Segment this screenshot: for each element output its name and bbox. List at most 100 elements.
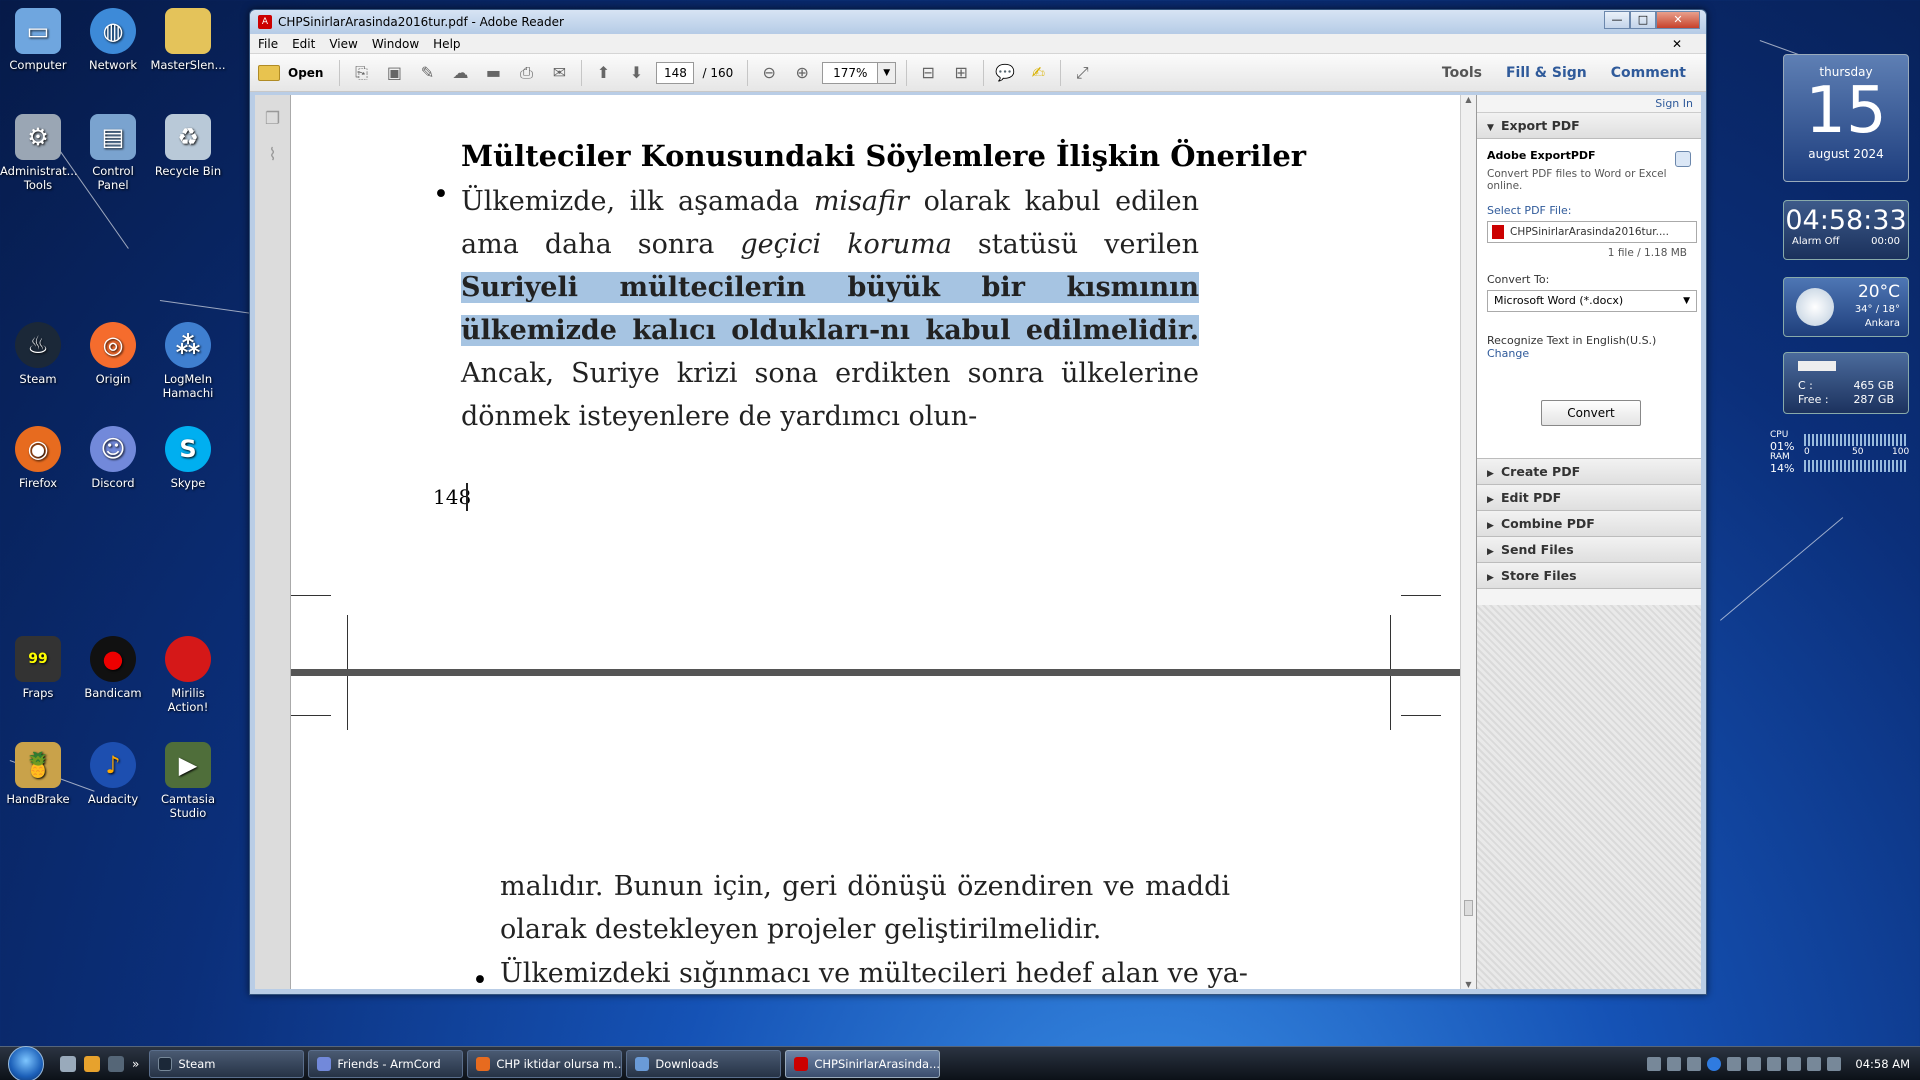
- menu-file[interactable]: File: [258, 37, 278, 51]
- desktop-icon-fraps[interactable]: 99 Fraps: [0, 636, 76, 700]
- export-info-icon[interactable]: [1675, 151, 1691, 167]
- scroll-down-icon[interactable]: ▼: [1461, 980, 1476, 989]
- page-number-input[interactable]: 148: [656, 61, 695, 84]
- vertical-scrollbar[interactable]: ▲ ▼: [1460, 95, 1476, 989]
- fit-width-icon[interactable]: ⊞: [948, 60, 974, 86]
- convert-button[interactable]: Convert: [1541, 400, 1641, 426]
- media-previous-icon[interactable]: [1687, 1057, 1702, 1071]
- document-view[interactable]: Mülteciler Konusundaki Söylemlere İlişki…: [291, 95, 1480, 989]
- taskbar-item-firefox[interactable]: CHP iktidar olursa m...: [467, 1049, 623, 1078]
- minimize-button[interactable]: —: [1604, 11, 1630, 29]
- desktop-icon-admin-tools[interactable]: ⚙ Administrat... Tools: [0, 114, 78, 192]
- save-icon[interactable]: ▬: [480, 60, 506, 86]
- volume-slider-icon[interactable]: [1747, 1057, 1762, 1071]
- media-next-icon[interactable]: [1727, 1057, 1742, 1071]
- taskbar-item-steam[interactable]: Steam: [149, 1049, 305, 1078]
- zoom-dropdown-icon[interactable]: ▼: [878, 61, 897, 84]
- menu-edit[interactable]: Edit: [292, 37, 315, 51]
- zoom-out-icon[interactable]: ⊖: [756, 60, 782, 86]
- taskbar-item-downloads[interactable]: Downloads: [626, 1049, 782, 1078]
- desktop-icon-control-panel[interactable]: ▤ Control Panel: [75, 114, 151, 192]
- desktop-icon-recycle-bin[interactable]: ♻ Recycle Bin: [150, 114, 226, 178]
- upload-icon[interactable]: ☁: [447, 60, 473, 86]
- calendar-day: 15: [1805, 74, 1887, 148]
- cpu-ram-meter-gadget[interactable]: CPU 01% RAM 14% 0 50 100: [1768, 430, 1909, 478]
- desktop-icon-hamachi[interactable]: ⁂ LogMeIn Hamachi: [150, 322, 226, 400]
- create-pdf-header[interactable]: ▶ Create PDF: [1477, 459, 1701, 485]
- tools-tab[interactable]: Tools: [1430, 65, 1494, 81]
- change-language-link[interactable]: Change: [1487, 347, 1691, 360]
- calendar-gadget[interactable]: thursday 15 august 2024: [1783, 54, 1909, 182]
- export-pdf-header[interactable]: ▼ Export PDF: [1477, 113, 1701, 139]
- fill-sign-tab[interactable]: Fill & Sign: [1494, 65, 1599, 81]
- media-play-icon[interactable]: [1707, 1057, 1722, 1071]
- convert-pdf-icon[interactable]: ▣: [381, 60, 407, 86]
- next-page-icon[interactable]: ⬇: [623, 60, 649, 86]
- page-thumbnails-icon[interactable]: ❐: [262, 109, 284, 131]
- zoom-input[interactable]: 177%: [822, 61, 879, 84]
- desktop-icon-origin[interactable]: ◎ Origin: [75, 322, 151, 386]
- shield-tray-icon[interactable]: [1807, 1057, 1822, 1071]
- convert-format-select[interactable]: Microsoft Word (*.docx) ▼: [1487, 290, 1697, 312]
- combine-pdf-header[interactable]: ▶ Combine PDF: [1477, 511, 1701, 537]
- desktop-icon-discord[interactable]: ☺ Discord: [75, 426, 151, 490]
- open-button[interactable]: Open: [258, 64, 323, 81]
- tray-expand-icon[interactable]: [1767, 1057, 1782, 1071]
- maximize-button[interactable]: □: [1630, 11, 1656, 29]
- desktop-icon-skype[interactable]: S Skype: [150, 426, 226, 490]
- fit-page-icon[interactable]: ⊟: [915, 60, 941, 86]
- desktop-icon-audacity[interactable]: ♪ Audacity: [75, 742, 151, 806]
- highlight-icon[interactable]: ✍: [1025, 60, 1051, 86]
- close-button[interactable]: ✕: [1656, 11, 1700, 29]
- edit-pdf-icon[interactable]: ✎: [414, 60, 440, 86]
- clock-gadget[interactable]: 04:58:33 Alarm Off 00:00: [1783, 200, 1909, 260]
- desktop-icon-mirilis[interactable]: Mirilis Action!: [150, 636, 226, 714]
- system-tray: 04:58 AM: [1641, 1047, 1920, 1080]
- close-document-button[interactable]: ✕: [1672, 37, 1682, 51]
- desktop-icon-firefox[interactable]: ◉ Firefox: [0, 426, 76, 490]
- weather-gadget[interactable]: 20°C 34° / 18° Ankara: [1783, 277, 1909, 337]
- print-icon[interactable]: ⎙: [513, 60, 539, 86]
- steam-quicklaunch-icon[interactable]: [108, 1055, 124, 1072]
- scroll-thumb[interactable]: [1464, 900, 1473, 916]
- comment-bubble-icon[interactable]: 💬: [992, 60, 1018, 86]
- email-icon[interactable]: ✉: [546, 60, 572, 86]
- network-tray-icon[interactable]: [1787, 1057, 1802, 1071]
- show-desktop-icon[interactable]: [60, 1055, 76, 1072]
- taskbar-clock[interactable]: 04:58 AM: [1855, 1057, 1910, 1071]
- window-titlebar[interactable]: A CHPSinirlarArasinda2016tur.pdf - Adobe…: [250, 10, 1706, 34]
- taskbar-item-adobe-reader[interactable]: CHPSinirlarArasinda...: [785, 1049, 941, 1078]
- menu-help[interactable]: Help: [433, 37, 460, 51]
- scroll-up-icon[interactable]: ▲: [1461, 95, 1476, 104]
- tray-app-icon[interactable]: [1647, 1057, 1662, 1071]
- attachments-icon[interactable]: ⌇: [262, 145, 284, 167]
- calendar-month-year: august 2024: [1808, 147, 1884, 161]
- selected-file-field[interactable]: CHPSinirlarArasinda2016tur....: [1487, 221, 1697, 243]
- edit-pdf-header[interactable]: ▶ Edit PDF: [1477, 485, 1701, 511]
- menu-view[interactable]: View: [329, 37, 357, 51]
- drive-gadget[interactable]: C : 465 GB Free : 287 GB: [1783, 352, 1909, 414]
- send-files-header[interactable]: ▶ Send Files: [1477, 537, 1701, 563]
- create-pdf-icon[interactable]: ⎘: [348, 60, 374, 86]
- comment-tab[interactable]: Comment: [1599, 65, 1698, 81]
- previous-page-icon[interactable]: ⬆: [590, 60, 616, 86]
- desktop-icon-steam[interactable]: ♨ Steam: [0, 322, 76, 386]
- menu-window[interactable]: Window: [372, 37, 419, 51]
- desktop-icon-bandicam[interactable]: ● Bandicam: [75, 636, 151, 700]
- quicklaunch-overflow-icon[interactable]: »: [132, 1057, 139, 1071]
- desktop-icon-masterslen[interactable]: MasterSlen...: [150, 8, 226, 72]
- speaker-icon[interactable]: [1827, 1057, 1842, 1071]
- desktop-icon-network[interactable]: ◍ Network: [75, 8, 151, 72]
- media-player-icon[interactable]: [84, 1055, 100, 1072]
- media-stop-icon[interactable]: [1667, 1057, 1682, 1071]
- sign-in-link[interactable]: Sign In: [1477, 95, 1701, 113]
- desktop-icon-handbrake[interactable]: 🍍 HandBrake: [0, 742, 76, 806]
- selected-text-highlight[interactable]: Suriyeli mültecilerin büyük bir kısmının…: [461, 272, 1199, 346]
- start-button[interactable]: [8, 1045, 44, 1080]
- taskbar-item-armcord[interactable]: Friends - ArmCord: [308, 1049, 464, 1078]
- desktop-icon-camtasia[interactable]: ▶ Camtasia Studio: [150, 742, 226, 820]
- desktop-icon-computer[interactable]: ▭ Computer: [0, 8, 76, 72]
- store-files-header[interactable]: ▶ Store Files: [1477, 563, 1701, 589]
- full-screen-icon[interactable]: ⤢: [1069, 60, 1095, 86]
- zoom-in-icon[interactable]: ⊕: [789, 60, 815, 86]
